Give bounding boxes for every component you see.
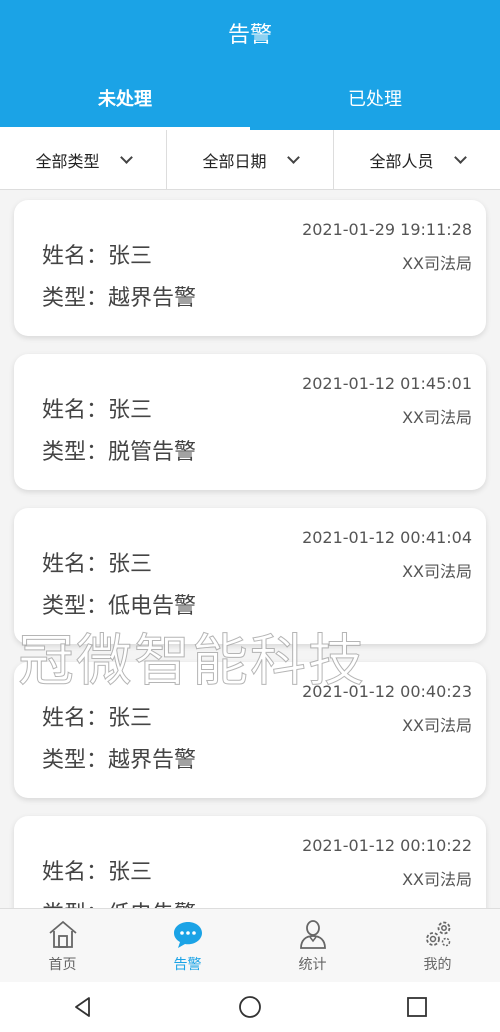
alert-org: XX司法局 xyxy=(402,870,472,889)
filter-bar: 全部类型 全部日期 全部人员 xyxy=(0,130,500,190)
home-icon xyxy=(48,920,77,948)
alert-name: 姓名：张三 xyxy=(42,552,153,577)
tab-processed[interactable]: 已处理 xyxy=(250,66,500,130)
alert-type: 类型：低电告警 xyxy=(42,896,196,908)
alert-type: 类型：越界告警 xyxy=(42,748,197,773)
alert-name: 姓名：张三 xyxy=(42,860,153,885)
alert-type: 类型：越界告警 xyxy=(42,286,197,311)
alert-org: XX司法局 xyxy=(402,562,472,581)
tabbar-stats[interactable]: 统计 xyxy=(250,909,375,982)
alert-name: 姓名：张三 xyxy=(42,706,153,731)
tab-label: 已处理 xyxy=(348,89,402,110)
alert-time: 2021-01-12 00:41:04 xyxy=(302,528,472,547)
person-icon xyxy=(299,920,326,949)
alert-name: 姓名：张三 xyxy=(42,244,153,269)
back-icon[interactable] xyxy=(70,994,96,1020)
alert-org: XX司法局 xyxy=(402,408,472,427)
alert-card[interactable]: 2021-01-29 19:11:28 XX司法局 姓名：张三 类型：越界告警 xyxy=(14,200,486,336)
tabbar-home[interactable]: 首页 xyxy=(0,909,125,982)
tabbar-alerts[interactable]: 告警 xyxy=(125,909,250,982)
alert-card[interactable]: 2021-01-12 00:41:04 XX司法局 姓名：张三 类型：低电告警 xyxy=(14,508,486,644)
status-tabs: 未处理 已处理 xyxy=(0,66,500,130)
tabbar-label: 统计 xyxy=(298,957,327,973)
filter-label: 全部类型 xyxy=(35,151,100,171)
home-circle-icon[interactable] xyxy=(237,994,263,1020)
app-header: 告警 xyxy=(0,0,500,66)
tabbar-label: 告警 xyxy=(173,957,202,973)
page-title: 告警 xyxy=(227,23,272,48)
tabbar-label: 首页 xyxy=(48,957,77,973)
tabbar-label: 我的 xyxy=(423,957,452,973)
alert-list: 2021-01-29 19:11:28 XX司法局 姓名：张三 类型：越界告警 … xyxy=(0,190,500,908)
alert-type: 类型：低电告警 xyxy=(42,594,197,619)
chevron-down-icon xyxy=(119,150,133,164)
gears-icon xyxy=(425,921,450,947)
chat-bubble-icon xyxy=(173,922,202,948)
alert-type: 类型：脱管告警 xyxy=(42,440,197,465)
tab-unprocessed[interactable]: 未处理 xyxy=(0,66,250,130)
chevron-down-icon xyxy=(453,150,467,164)
recents-icon[interactable] xyxy=(404,994,430,1020)
bottom-tab-bar: 首页 告警 统计 我的 xyxy=(0,908,500,982)
alert-card[interactable]: 2021-01-12 00:40:23 XX司法局 姓名：张三 类型：越界告警 xyxy=(14,662,486,798)
alert-time: 2021-01-29 19:11:28 xyxy=(302,220,472,239)
alert-time: 2021-01-12 01:45:01 xyxy=(302,374,472,393)
alert-org: XX司法局 xyxy=(402,716,472,735)
tab-label: 未处理 xyxy=(98,89,152,110)
alert-org: XX司法局 xyxy=(402,254,472,273)
filter-type-dropdown[interactable]: 全部类型 xyxy=(0,130,167,189)
system-nav-bar xyxy=(0,982,500,1032)
alert-name: 姓名：张三 xyxy=(42,398,153,423)
chevron-down-icon xyxy=(286,150,300,164)
filter-label: 全部人员 xyxy=(369,151,434,171)
filter-person-dropdown[interactable]: 全部人员 xyxy=(334,130,500,189)
filter-date-dropdown[interactable]: 全部日期 xyxy=(167,130,334,189)
alert-card[interactable]: 2021-01-12 00:10:22 XX司法局 姓名：张三 类型：低电告警 xyxy=(14,816,486,908)
alert-card[interactable]: 2021-01-12 01:45:01 XX司法局 姓名：张三 类型：脱管告警 xyxy=(14,354,486,490)
alert-time: 2021-01-12 00:10:22 xyxy=(302,836,472,855)
filter-label: 全部日期 xyxy=(202,151,267,171)
alert-time: 2021-01-12 00:40:23 xyxy=(302,682,472,701)
tabbar-mine[interactable]: 我的 xyxy=(375,909,500,982)
